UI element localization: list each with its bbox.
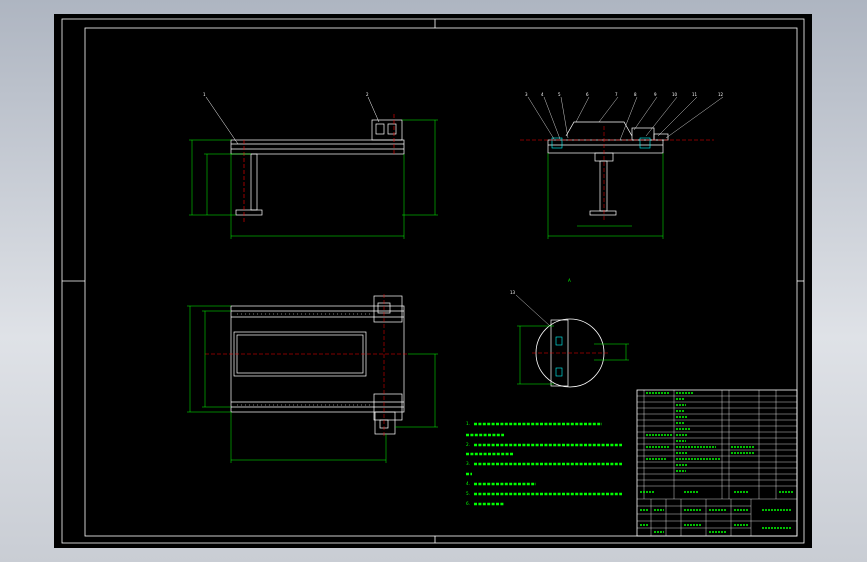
side-balloon-10: 10 (672, 92, 678, 97)
assembly-drawing: 1 2 3 4 5 6 7 8 9 10 11 12 A 13 1. 2. 3.… (61, 18, 805, 544)
note-5: 5. (466, 491, 470, 496)
side-balloon-7: 7 (615, 92, 618, 97)
note-3: 3. (466, 461, 470, 466)
detail-balloon-13: 13 (510, 290, 516, 295)
side-balloon-5: 5 (558, 92, 561, 97)
side-balloon-8: 8 (634, 92, 637, 97)
front-balloon-2: 2 (366, 92, 369, 97)
drawing-sheet: 1 2 3 4 5 6 7 8 9 10 11 12 A 13 1. 2. 3.… (54, 14, 812, 548)
side-view: 3 4 5 6 7 8 9 10 11 12 (520, 92, 724, 239)
sheet-frame (61, 18, 805, 544)
plan-view (187, 294, 438, 463)
side-balloon-9: 9 (654, 92, 657, 97)
title-block (636, 389, 798, 537)
note-2: 2. (466, 442, 470, 447)
note-1: 1. (466, 421, 470, 426)
front-balloon-1: 1 (203, 92, 206, 97)
note-4: 4. (466, 481, 470, 486)
note-6: 6. (466, 501, 470, 506)
section-mark-a: A (568, 278, 571, 283)
front-view: 1 2 (189, 92, 438, 239)
side-balloon-11: 11 (692, 92, 698, 97)
cad-viewport[interactable]: 1 2 3 4 5 6 7 8 9 10 11 12 A 13 1. 2. 3.… (0, 0, 867, 562)
technical-notes: 1. 2. 3. 4. 5. 6. (466, 421, 622, 506)
side-balloon-3: 3 (525, 92, 528, 97)
detail-view-a: A 13 (510, 278, 629, 388)
side-balloon-6: 6 (586, 92, 589, 97)
side-balloon-12: 12 (718, 92, 724, 97)
side-balloon-4: 4 (541, 92, 544, 97)
